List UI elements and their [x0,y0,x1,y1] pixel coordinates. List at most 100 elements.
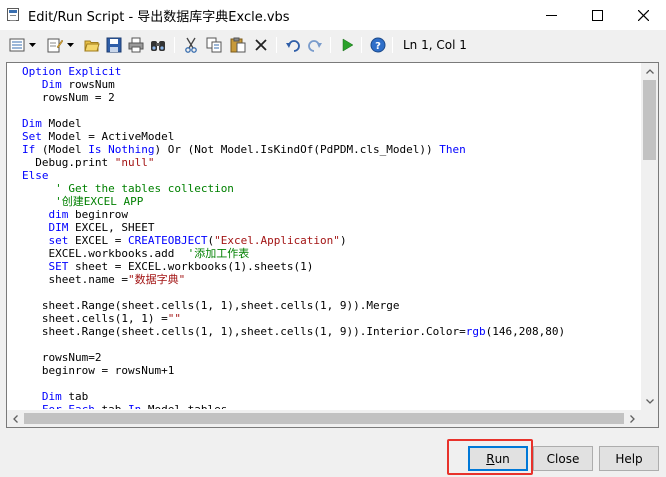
code-token: beginrow = rowsNum+1 [22,364,175,377]
code-line: If (Model Is Nothing) Or (Not Model.IsKi… [22,143,642,156]
code-token: rowsNum=2 [22,351,102,364]
scroll-down-arrow[interactable] [641,393,658,410]
code-line: sheet.Range(sheet.cells(1, 1),sheet.cell… [22,325,642,338]
code-line: DIM EXCEL, SHEET [22,221,642,234]
run-toolbar-button[interactable] [338,36,356,54]
code-area[interactable]: Option Explicit Dim rowsNum rowsNum = 2D… [22,65,642,409]
code-token: ) [339,234,347,247]
horizontal-scrollbar[interactable] [7,410,641,427]
vertical-scrollbar[interactable] [641,63,658,410]
code-token: EXCEL, SHEET [68,221,155,234]
code-token: EXCEL.workbooks.add [22,247,188,260]
script-window-icon [7,8,19,21]
undo-button[interactable] [284,36,302,54]
code-token: Set [22,130,42,143]
paste-clipboard-icon [230,37,246,53]
scroll-up-arrow[interactable] [641,63,658,80]
code-token: SET [48,260,69,273]
delete-button[interactable] [252,36,270,54]
close-button[interactable]: Close [533,446,593,471]
code-token: sheet.Range(sheet.cells(1, 1),sheet.cell… [22,325,466,338]
binoculars-icon [151,41,165,51]
code-token: CREATEOBJECT [127,234,208,247]
copy-button[interactable] [205,36,223,54]
help-button[interactable]: Help [599,446,659,471]
chevron-down-icon [645,399,654,404]
toolbar-separator [392,37,393,53]
code-token: sheet.Range(sheet.cells(1, 1),sheet.cell… [22,299,400,312]
code-token: EXCEL = [68,234,128,247]
save-disk-icon [106,37,122,53]
code-token: "null" [114,156,155,169]
maximize-icon [591,9,603,21]
run-button[interactable]: Run [468,446,528,471]
title-bar: Edit/Run Script - 导出数据库字典Excle.vbs [0,0,666,30]
minimize-button[interactable] [528,0,574,30]
play-icon [342,38,354,52]
window-title: Edit/Run Script - 导出数据库字典Excle.vbs [28,10,290,25]
properties-dropdown[interactable] [28,36,36,54]
redo-button[interactable] [306,36,324,54]
code-line: sheet.cells(1, 1) ="" [22,312,642,325]
code-token: tab [95,403,128,409]
open-folder-icon [84,40,100,52]
code-line: Else [22,169,642,182]
toolbar-separator [361,37,362,53]
printer-icon [128,37,144,53]
scroll-left-arrow[interactable] [7,410,24,427]
save-button[interactable] [105,36,123,54]
code-token: Model = ActiveModel [41,130,175,143]
close-icon [637,9,649,21]
delete-x-icon [255,39,267,51]
find-button[interactable] [149,36,167,54]
minimize-icon [545,14,557,16]
open-button[interactable] [83,36,101,54]
code-token: For Each [42,403,95,409]
paste-button[interactable] [229,36,247,54]
code-line: SET sheet = EXCEL.workbooks(1).sheets(1) [22,260,642,273]
properties-button[interactable] [8,36,26,54]
chevron-down-icon [66,43,74,47]
code-token: dim [48,208,69,221]
chevron-up-icon [645,69,654,74]
code-line: Dim Model [22,117,642,130]
code-token: Dim [22,117,42,130]
edit-dropdown[interactable] [66,36,74,54]
code-token: Dim [41,78,62,91]
toolbar-separator [276,37,277,53]
maximize-button[interactable] [574,0,620,30]
code-token: "" [167,312,181,325]
code-token: (146,208,80) [485,325,566,338]
code-token: ) Or (Not Model.IsKindOf(PdPDM.cls_Model… [154,143,440,156]
script-editor[interactable]: Option Explicit Dim rowsNum rowsNum = 2D… [6,62,659,428]
copy-icon [206,37,222,53]
help-toolbar-button[interactable]: ? [369,36,387,54]
code-token: Else [22,169,49,182]
close-window-button[interactable] [620,0,666,30]
code-line: Dim rowsNum [22,78,642,91]
horizontal-scroll-thumb[interactable] [24,413,624,424]
scissors-icon [185,37,197,53]
vertical-scroll-thumb[interactable] [643,80,656,160]
scroll-right-arrow[interactable] [624,410,641,427]
toolbar-separator [330,37,331,53]
code-line: '创建EXCEL APP [22,195,642,208]
code-token: sheet.name = [22,273,128,286]
scrollbar-corner [641,410,658,427]
edit-document-icon [47,38,63,53]
help-question-icon: ? [370,37,386,53]
code-line: Debug.print "null" [22,156,642,169]
edit-button[interactable] [46,36,64,54]
print-button[interactable] [127,36,145,54]
cut-button[interactable] [182,36,200,54]
code-token: sheet.cells(1, 1) = [22,312,168,325]
